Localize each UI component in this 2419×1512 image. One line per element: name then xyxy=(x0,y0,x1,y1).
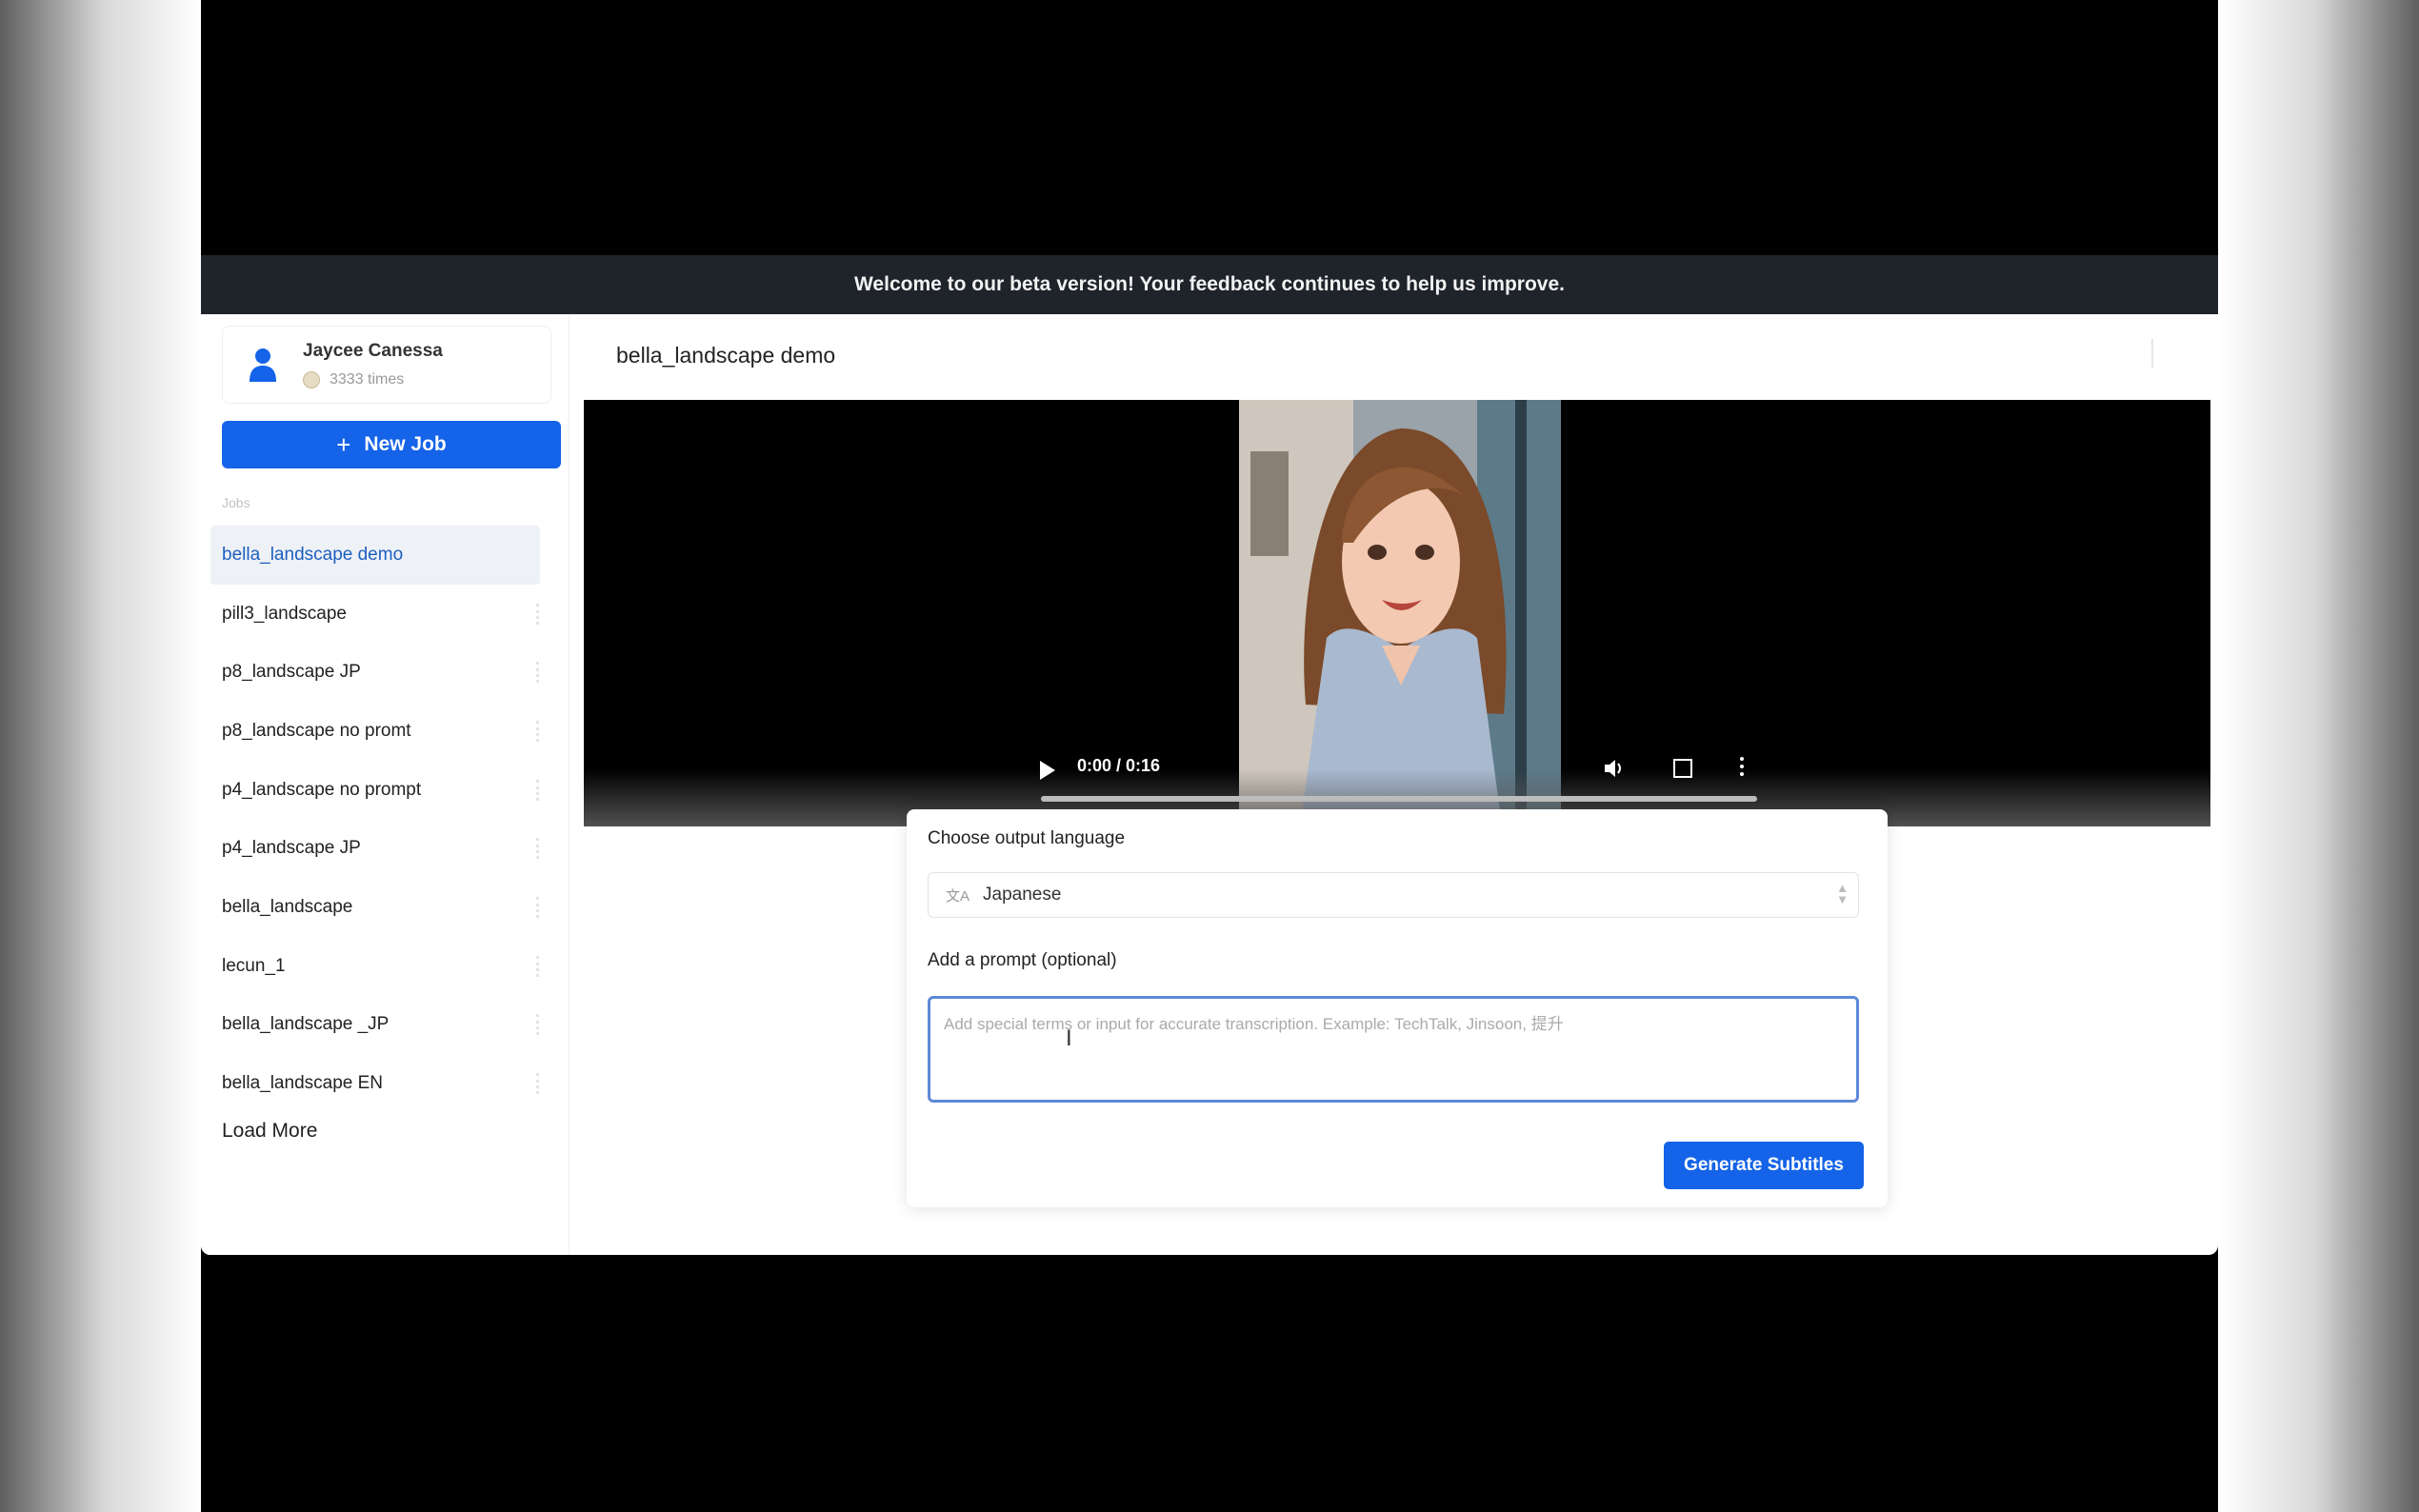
output-language-label: Choose output language xyxy=(928,828,1126,848)
credits-text: 3333 times xyxy=(330,371,405,388)
translate-icon: 文A xyxy=(946,887,970,905)
job-item-label: p8_landscape JP xyxy=(222,662,361,683)
jobs-section-label: Jobs xyxy=(222,495,250,510)
video-progress-bar[interactable] xyxy=(1041,796,1757,802)
more-options-icon[interactable] xyxy=(536,779,542,801)
subtitle-settings-panel: Choose output language 文A Japanese ▲ ▼ Ad… xyxy=(907,809,1888,1207)
more-options-icon[interactable] xyxy=(536,720,542,742)
new-job-button[interactable]: + New Job xyxy=(222,421,561,468)
fullscreen-icon[interactable] xyxy=(1673,759,1692,778)
job-item-label: pill3_landscape xyxy=(222,603,347,624)
user-icon xyxy=(240,342,286,388)
new-job-label: New Job xyxy=(364,433,447,455)
page-title: bella_landscape demo xyxy=(616,343,836,368)
more-options-icon[interactable] xyxy=(536,838,542,860)
coin-icon xyxy=(303,371,320,388)
more-vert-icon[interactable] xyxy=(1740,756,1744,777)
generate-subtitles-button[interactable]: Generate Subtitles xyxy=(1664,1142,1864,1189)
play-icon[interactable] xyxy=(1040,761,1055,780)
job-item[interactable]: pill3_landscape xyxy=(201,585,569,644)
video-time: 0:00 / 0:16 xyxy=(1077,756,1161,775)
app-window: Welcome to our beta version! Your feedba… xyxy=(201,255,2218,1255)
job-item[interactable]: p8_landscape JP xyxy=(201,643,569,702)
user-card[interactable]: Jaycee Canessa 3333 times xyxy=(222,326,551,404)
video-frame-image xyxy=(1239,400,1561,826)
output-language-select[interactable]: 文A Japanese ▲ ▼ xyxy=(928,872,1859,918)
job-item-label: p4_landscape JP xyxy=(222,838,361,859)
job-item-label: p4_landscape no prompt xyxy=(222,779,422,800)
banner-bold: beta xyxy=(1010,273,1051,295)
banner-suffix: version! Your feedback continues to help… xyxy=(1056,273,1565,295)
job-list: bella_landscape demo pill3_landscape p8_… xyxy=(201,526,569,1113)
more-options-icon[interactable] xyxy=(536,955,542,977)
sidebar: Jaycee Canessa 3333 times + New Job Jobs… xyxy=(201,314,570,1255)
video-player[interactable]: 0:00 / 0:16 xyxy=(584,400,2210,826)
job-item-label: bella_landscape EN xyxy=(222,1073,384,1094)
job-item[interactable]: bella_landscape EN xyxy=(201,1054,569,1113)
prompt-label: Add a prompt (optional) xyxy=(928,950,1117,970)
banner-prefix: Welcome to our xyxy=(853,273,1005,295)
job-item[interactable]: lecun_1 xyxy=(201,937,569,996)
job-item-label: bella_landscape demo xyxy=(222,544,404,565)
more-options-icon[interactable] xyxy=(536,603,542,625)
job-item-label: p8_landscape no promt xyxy=(222,720,411,741)
job-item[interactable]: p4_landscape JP xyxy=(201,819,569,878)
more-options-icon[interactable] xyxy=(536,662,542,684)
more-options-icon[interactable] xyxy=(536,1014,542,1036)
video-letterbox: Welcome to our beta version! Your feedba… xyxy=(201,0,2218,1512)
more-options-icon[interactable] xyxy=(536,896,542,918)
beta-banner: Welcome to our beta version! Your feedba… xyxy=(201,255,2218,314)
job-item-label: bella_landscape xyxy=(222,896,353,917)
selected-language: Japanese xyxy=(983,885,1062,905)
job-item[interactable]: p4_landscape no prompt xyxy=(201,761,569,820)
job-item[interactable]: bella_landscape _JP xyxy=(201,996,569,1055)
load-more-button[interactable]: Load More xyxy=(222,1120,317,1143)
volume-icon[interactable] xyxy=(1603,758,1626,784)
job-item[interactable]: bella_landscape demo xyxy=(210,526,540,585)
job-item-label: bella_landscape _JP xyxy=(222,1014,390,1035)
header-divider xyxy=(2151,339,2153,368)
user-name: Jaycee Canessa xyxy=(303,341,443,361)
text-cursor-icon: I xyxy=(1066,1025,1072,1051)
job-item-label: lecun_1 xyxy=(222,955,286,976)
job-item[interactable]: bella_landscape xyxy=(201,878,569,937)
credits-row: 3333 times xyxy=(303,371,443,388)
plus-icon: + xyxy=(336,429,351,459)
job-item[interactable]: p8_landscape no promt xyxy=(201,702,569,761)
select-arrows-icon: ▲ ▼ xyxy=(1836,881,1849,906)
more-options-icon[interactable] xyxy=(536,1073,542,1095)
